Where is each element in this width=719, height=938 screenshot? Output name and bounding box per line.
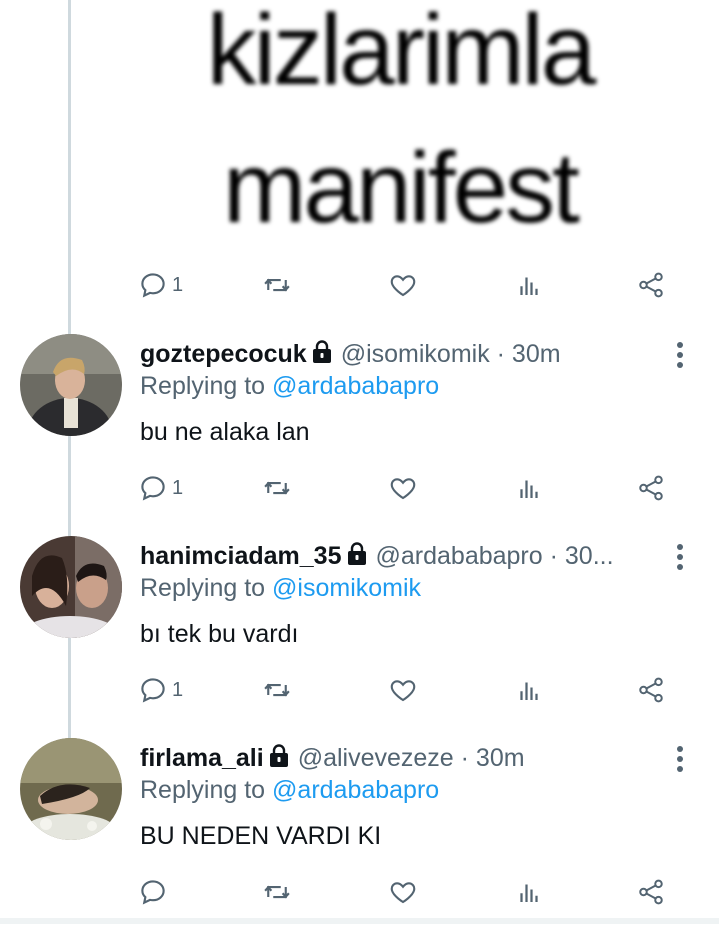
avatar[interactable] bbox=[20, 738, 122, 840]
stats-button[interactable] bbox=[514, 670, 544, 710]
stats-button[interactable] bbox=[514, 872, 544, 912]
retweet-icon bbox=[264, 278, 290, 292]
replying-to-link[interactable]: @ardababapro bbox=[272, 372, 439, 400]
reply-button[interactable]: 1 bbox=[138, 468, 183, 508]
lock-icon bbox=[269, 744, 288, 767]
share-button[interactable] bbox=[636, 872, 666, 912]
reply-button[interactable] bbox=[138, 872, 172, 912]
retweet-button[interactable] bbox=[262, 265, 292, 305]
stats-button[interactable] bbox=[514, 265, 544, 305]
avatar[interactable] bbox=[20, 536, 122, 638]
tweet-text: BU NEDEN VARDI KI bbox=[140, 822, 382, 850]
replying-label: Replying to bbox=[140, 776, 273, 804]
retweet-icon bbox=[264, 683, 290, 697]
reply-icon bbox=[141, 273, 165, 298]
handle-time: @ardababapro · 30... bbox=[375, 542, 614, 570]
more-icon[interactable] bbox=[677, 746, 685, 776]
meme-text-line1: kizlarimla bbox=[206, 0, 597, 106]
lock-icon bbox=[347, 542, 366, 565]
tweet-header: goztepecocuk @isomikomik · 30m bbox=[140, 339, 659, 369]
stats-icon bbox=[520, 682, 538, 700]
lock-icon bbox=[312, 340, 331, 363]
stats-icon bbox=[520, 277, 538, 295]
retweet-button[interactable] bbox=[262, 872, 292, 912]
avatar[interactable] bbox=[20, 334, 122, 436]
share-icon bbox=[639, 677, 663, 703]
meme-image[interactable]: kizlarimla manifest bbox=[140, 0, 660, 255]
retweet-icon bbox=[264, 481, 290, 495]
share-button[interactable] bbox=[636, 468, 666, 508]
reply-icon bbox=[141, 476, 165, 501]
reply-button[interactable]: 1 bbox=[138, 670, 183, 710]
replying-to: Replying to @isomikomik bbox=[140, 574, 421, 603]
retweet-button[interactable] bbox=[262, 468, 292, 508]
like-button[interactable] bbox=[388, 265, 418, 305]
reply-button[interactable]: 1 bbox=[138, 265, 183, 305]
like-button[interactable] bbox=[388, 670, 418, 710]
share-button[interactable] bbox=[636, 670, 666, 710]
tweet-header: firlama_ali @alivevezeze · 30m bbox=[140, 743, 659, 773]
share-icon bbox=[639, 475, 663, 501]
like-button[interactable] bbox=[388, 872, 418, 912]
meme-text-line2: manifest bbox=[223, 132, 580, 244]
bottom-divider bbox=[0, 918, 719, 924]
avatar-photo bbox=[20, 738, 122, 840]
reply-count: 1 bbox=[172, 678, 184, 701]
like-icon bbox=[390, 275, 416, 297]
reply-tweet[interactable]: firlama_ali @alivevezeze · 30m Replying t… bbox=[0, 738, 719, 938]
like-icon bbox=[390, 882, 416, 904]
stats-icon bbox=[520, 884, 538, 902]
reply-icon bbox=[141, 678, 165, 703]
handle-time: @alivevezeze · 30m bbox=[297, 744, 525, 772]
tweet-action-bar bbox=[130, 872, 690, 912]
reply-icon bbox=[141, 880, 165, 905]
share-icon bbox=[639, 879, 663, 905]
like-icon bbox=[390, 680, 416, 702]
replying-label: Replying to bbox=[140, 574, 273, 602]
more-icon[interactable] bbox=[677, 342, 685, 372]
display-name[interactable]: firlama_ali bbox=[140, 744, 264, 772]
tweet-action-bar: 1 bbox=[130, 670, 690, 710]
reply-count: 1 bbox=[172, 476, 184, 499]
original-action-bar: 1 bbox=[130, 265, 690, 305]
like-icon bbox=[390, 478, 416, 500]
replying-label: Replying to bbox=[140, 372, 273, 400]
like-button[interactable] bbox=[388, 468, 418, 508]
stats-button[interactable] bbox=[514, 468, 544, 508]
tweet-action-bar: 1 bbox=[130, 468, 690, 508]
more-icon[interactable] bbox=[677, 544, 685, 574]
handle-time: @isomikomik · 30m bbox=[340, 340, 561, 368]
avatar-photo bbox=[20, 334, 122, 436]
display-name[interactable]: goztepecocuk bbox=[140, 340, 307, 368]
replying-to: Replying to @ardababapro bbox=[140, 776, 439, 805]
reply-tweet[interactable]: hanimciadam_35 @ardababapro · 30... Reply… bbox=[0, 536, 719, 736]
replying-to: Replying to @ardababapro bbox=[140, 372, 439, 401]
tweet-text: bı tek bu vardı bbox=[140, 620, 299, 648]
replying-to-link[interactable]: @ardababapro bbox=[272, 776, 439, 804]
avatar-photo bbox=[20, 536, 122, 638]
tweet-header: hanimciadam_35 @ardababapro · 30... bbox=[140, 541, 659, 571]
share-icon bbox=[639, 272, 663, 298]
retweet-button[interactable] bbox=[262, 670, 292, 710]
retweet-icon bbox=[264, 885, 290, 899]
reply-tweet[interactable]: goztepecocuk @isomikomik · 30m Replying t… bbox=[0, 334, 719, 534]
tweet-text: bu ne alaka lan bbox=[140, 418, 310, 446]
share-button[interactable] bbox=[636, 265, 666, 305]
reply-count: 1 bbox=[172, 273, 184, 296]
display-name[interactable]: hanimciadam_35 bbox=[140, 542, 342, 570]
stats-icon bbox=[520, 480, 538, 498]
replying-to-link[interactable]: @isomikomik bbox=[272, 574, 421, 602]
